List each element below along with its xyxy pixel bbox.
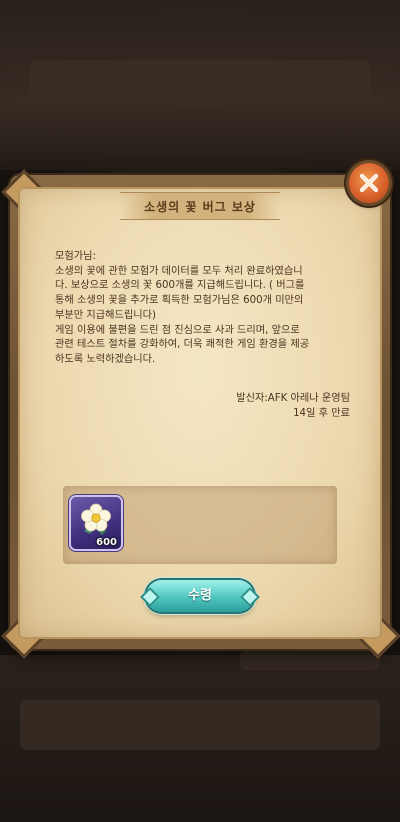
mail-body-line: 다. 보상으로 소생의 꽃 600개를 지급해드립니다. ( 버그를 (55, 280, 305, 292)
background-decor (240, 650, 380, 670)
reward-item-count: 600 (96, 537, 117, 548)
claim-button[interactable]: 수령 (140, 580, 260, 612)
close-icon (359, 173, 379, 193)
revival-flower-icon (81, 503, 111, 535)
close-button[interactable] (349, 163, 389, 203)
mail-expiry: 14일 후 만료 (293, 408, 350, 419)
background-decor (30, 60, 370, 100)
mail-footer: 발신자:AFK 아레나 운영팀 14일 후 만료 (130, 391, 350, 421)
mail-body-line: 소생의 꽃에 관한 모험가 데이터를 모두 처리 완료하였습니 (55, 265, 303, 277)
background-decor (20, 700, 380, 750)
mail-message: 모험가님: 소생의 꽃에 관한 모험가 데이터를 모두 처리 완료하였습니 다.… (55, 250, 355, 368)
mail-body-line: 부분만 지급해드립니다) (55, 309, 156, 321)
dialog-title: 소생의 꽃 버그 보상 (144, 200, 256, 214)
mail-body-line: 하도록 노력하겠습니다. (55, 353, 156, 365)
mail-sender: 발신자:AFK 아레나 운영팀 (236, 393, 350, 404)
claim-button-label: 수령 (188, 588, 212, 603)
mail-body-line: 관련 테스트 절차를 강화하여, 더욱 쾌적한 게임 환경을 제공 (55, 339, 310, 351)
mail-body-line: 게임 이용에 불편을 드린 점 진심으로 사과 드리며, 앞으로 (55, 324, 300, 336)
mail-body-line: 통해 소생의 꽃을 추가로 획득한 모험가님은 600개 미만의 (55, 295, 304, 307)
mail-greeting: 모험가님: (55, 251, 96, 262)
reward-item[interactable]: 600 (71, 497, 121, 549)
